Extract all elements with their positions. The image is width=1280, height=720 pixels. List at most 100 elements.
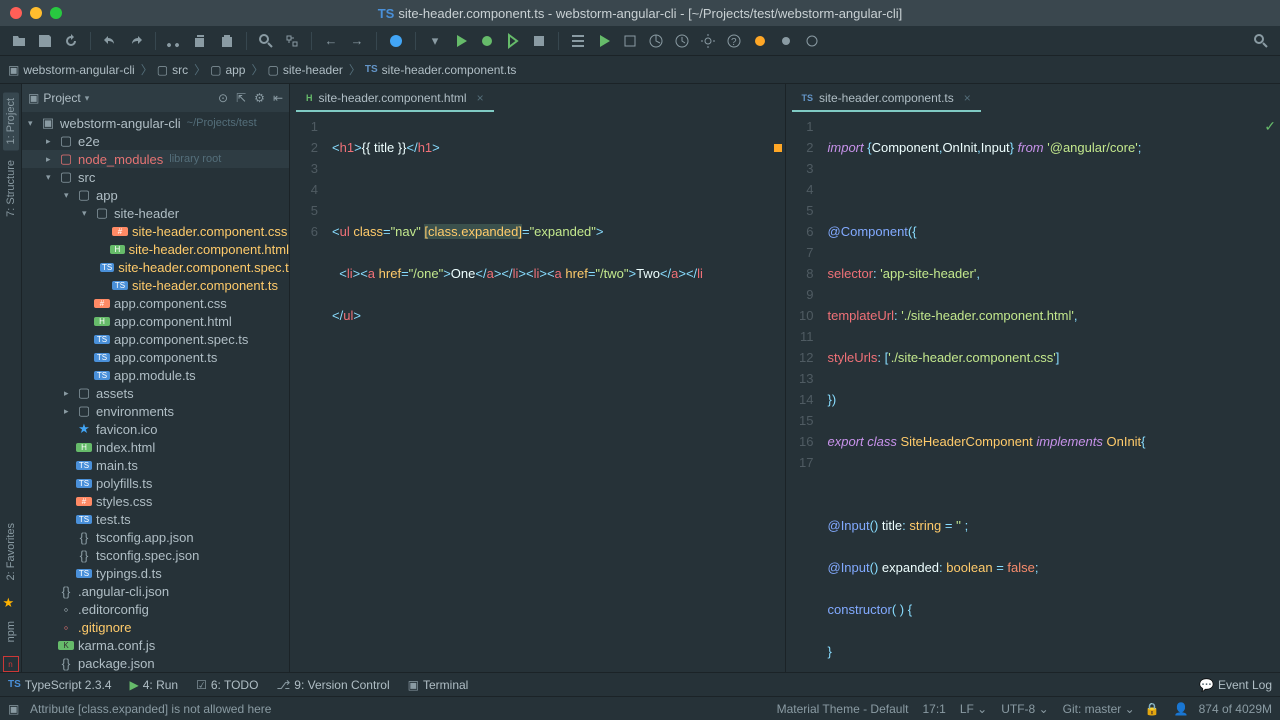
update-icon[interactable] — [645, 30, 667, 52]
project-panel: ▣ Project ▾ ⊙ ⇱ ⚙ ⇤ ▾▣webstorm-angular-c… — [22, 84, 290, 672]
project-view-dropdown[interactable]: ▾ — [85, 93, 90, 104]
close-tab-icon[interactable]: × — [964, 91, 971, 105]
ext-icon[interactable] — [801, 30, 823, 52]
npm-icon: n — [3, 656, 19, 672]
window-title: TSsite-header.component.ts - webstorm-an… — [378, 6, 903, 21]
paste-icon[interactable] — [216, 30, 238, 52]
back-icon[interactable]: ← — [320, 30, 342, 52]
rail-project[interactable]: 1: Project — [3, 92, 19, 150]
vc-tool[interactable]: ⎇9: Version Control — [276, 678, 389, 692]
run-tool[interactable]: ▶4: Run — [130, 678, 179, 692]
run-icon[interactable] — [450, 30, 472, 52]
ts-file-icon: TS — [378, 6, 395, 21]
code-editor-html[interactable]: 123456 <h1>{{ title }}</h1> <ul class="n… — [290, 112, 785, 672]
editor-split: H site-header.component.html × 123456 <h… — [290, 84, 1280, 672]
stop-icon[interactable] — [528, 30, 550, 52]
project-tree[interactable]: ▾▣webstorm-angular-cli~/Projects/test ▸▢… — [22, 112, 289, 672]
run2-icon[interactable] — [593, 30, 615, 52]
project-panel-title: Project — [43, 91, 80, 105]
copy-icon[interactable] — [190, 30, 212, 52]
list-icon[interactable] — [567, 30, 589, 52]
save-icon[interactable] — [34, 30, 56, 52]
cut-icon[interactable] — [164, 30, 186, 52]
html-file-icon: H — [306, 93, 313, 103]
status-encoding[interactable]: UTF-8 ⌄ — [1001, 702, 1048, 716]
settings-icon[interactable] — [697, 30, 719, 52]
terminal-tool[interactable]: ▣Terminal — [408, 678, 469, 692]
marker-strip — [771, 112, 785, 672]
left-tool-rail: 1: Project 7: Structure 2: Favorites ★ n… — [0, 84, 22, 672]
rail-npm[interactable]: npm — [3, 615, 19, 648]
minimize-window-button[interactable] — [30, 7, 42, 19]
debug-icon[interactable] — [476, 30, 498, 52]
event-log-tool[interactable]: 💬Event Log — [1199, 678, 1272, 692]
inspection-ok-icon[interactable]: ✓ — [1264, 116, 1276, 137]
help-icon[interactable]: ? — [723, 30, 745, 52]
commit-icon[interactable] — [385, 30, 407, 52]
marker-strip-right: ✓ — [1266, 112, 1280, 672]
status-message: Attribute [class.expanded] is not allowe… — [30, 702, 271, 716]
crumb-dir[interactable]: ▢site-header〉 — [267, 61, 360, 78]
rail-favorites[interactable]: 2: Favorites — [3, 517, 19, 586]
line-gutter: 123456 — [290, 112, 326, 672]
find-icon[interactable] — [255, 30, 277, 52]
editor-pane-right: TS site-header.component.ts × 1234567891… — [786, 84, 1280, 672]
close-window-button[interactable] — [10, 7, 22, 19]
close-tab-icon[interactable]: × — [477, 91, 484, 105]
status-line-sep[interactable]: LF ⌄ — [960, 702, 987, 716]
status-theme[interactable]: Material Theme - Default — [777, 702, 909, 716]
todo-tool[interactable]: ☑6: TODO — [196, 678, 258, 692]
editor-tabs-left: H site-header.component.html × — [290, 84, 785, 112]
history-icon[interactable] — [671, 30, 693, 52]
tab-label: site-header.component.ts — [819, 91, 954, 105]
status-linecol[interactable]: 17:1 — [922, 702, 945, 716]
maximize-window-button[interactable] — [50, 7, 62, 19]
attach-icon[interactable] — [619, 30, 641, 52]
status-corner-icon[interactable]: ▣ — [8, 702, 22, 716]
breadcrumb: ▣webstorm-angular-cli〉 ▢src〉 ▢app〉 ▢site… — [0, 56, 1280, 84]
main-toolbar: ← → ▾ ? — [0, 26, 1280, 56]
editor-tabs-right: TS site-header.component.ts × — [786, 84, 1280, 112]
panel-settings-icon[interactable]: ⚙ — [254, 91, 265, 105]
redo-icon[interactable] — [125, 30, 147, 52]
window-title-text: site-header.component.ts - webstorm-angu… — [398, 6, 902, 21]
svg-text:?: ? — [731, 37, 737, 48]
coverage-icon[interactable] — [502, 30, 524, 52]
window-titlebar: TSsite-header.component.ts - webstorm-an… — [0, 0, 1280, 26]
bottom-tool-bar: TSTypeScript 2.3.4 ▶4: Run ☑6: TODO ⎇9: … — [0, 672, 1280, 696]
crumb-src[interactable]: ▢src〉 — [157, 61, 206, 78]
scroll-from-icon[interactable]: ⊙ — [218, 91, 228, 105]
status-inspection-icon[interactable]: 👤 — [1174, 702, 1189, 716]
status-bar: ▣ Attribute [class.expanded] is not allo… — [0, 696, 1280, 720]
crumb-file[interactable]: TSsite-header.component.ts — [365, 63, 517, 77]
tab-html[interactable]: H site-header.component.html × — [296, 86, 494, 112]
status-git[interactable]: Git: master ⌄ — [1063, 702, 1135, 716]
open-icon[interactable] — [8, 30, 30, 52]
collapse-all-icon[interactable]: ⇱ — [236, 91, 246, 105]
crumb-app[interactable]: ▢app〉 — [210, 61, 263, 78]
tab-ts[interactable]: TS site-header.component.ts × — [792, 86, 981, 112]
line-gutter: 12345678910111213◉14151617 — [786, 112, 822, 672]
tab-label: site-header.component.html — [319, 91, 467, 105]
run-config-dropdown[interactable]: ▾ — [424, 30, 446, 52]
search-everywhere-icon[interactable] — [1250, 30, 1272, 52]
refresh-icon[interactable] — [60, 30, 82, 52]
editor-pane-left: H site-header.component.html × 123456 <h… — [290, 84, 786, 672]
crumb-root[interactable]: ▣webstorm-angular-cli〉 — [8, 61, 153, 78]
window-controls — [10, 7, 62, 19]
tree-node-modules[interactable]: ▸▢node_moduleslibrary root — [22, 150, 289, 168]
favorites-star-icon: ★ — [3, 595, 19, 611]
warning-marker[interactable] — [774, 144, 782, 152]
replace-icon[interactable] — [281, 30, 303, 52]
undo-icon[interactable] — [99, 30, 121, 52]
forward-icon[interactable]: → — [346, 30, 368, 52]
code-editor-ts[interactable]: 12345678910111213◉14151617 import {Compo… — [786, 112, 1280, 672]
rail-structure[interactable]: 7: Structure — [3, 154, 19, 223]
hide-panel-icon[interactable]: ⇤ — [273, 91, 283, 105]
project-panel-header: ▣ Project ▾ ⊙ ⇱ ⚙ ⇤ — [22, 84, 289, 112]
idea-icon[interactable] — [775, 30, 797, 52]
typescript-tool[interactable]: TSTypeScript 2.3.4 — [8, 678, 112, 692]
material-icon[interactable] — [749, 30, 771, 52]
status-memory[interactable]: 874 of 4029M — [1199, 702, 1272, 716]
lock-icon[interactable]: 🔒 — [1145, 702, 1160, 716]
